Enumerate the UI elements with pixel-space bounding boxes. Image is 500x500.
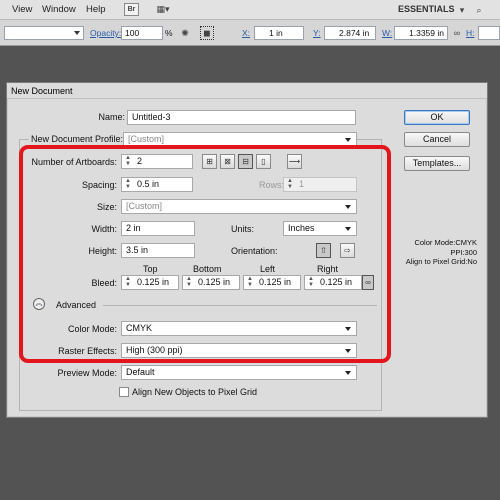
x-input[interactable]: 1 in: [254, 26, 304, 40]
opacity-unit: %: [165, 28, 173, 38]
name-input[interactable]: Untitled-3: [127, 110, 356, 125]
w-input[interactable]: 1.3359 in: [394, 26, 448, 40]
align-pixel-grid-label: Align New Objects to Pixel Grid: [132, 387, 258, 397]
workspace-switcher[interactable]: ESSENTIALS: [398, 4, 455, 14]
reference-point-icon[interactable]: ◼: [200, 26, 214, 40]
profile-label: New Document Profile:: [29, 134, 126, 144]
preview-mode-select[interactable]: Default: [121, 365, 357, 380]
info-align-pixel-grid: Align to Pixel Grid:No: [405, 257, 477, 266]
recolor-icon[interactable]: ✺: [178, 26, 192, 40]
y-link[interactable]: Y:: [313, 28, 321, 38]
profile-group-bottom-border: [19, 410, 382, 411]
dialog-titlebar: New Document: [7, 83, 487, 99]
y-input[interactable]: 2.874 in: [324, 26, 376, 40]
ok-button[interactable]: OK: [404, 110, 470, 125]
menu-window[interactable]: Window: [42, 4, 76, 15]
arrange-documents-icon[interactable]: ▦▾: [152, 3, 174, 16]
info-ppi: PPI:300: [450, 248, 477, 257]
name-label: Name:: [98, 112, 125, 122]
highlight-box: [19, 145, 391, 363]
menu-help[interactable]: Help: [86, 4, 106, 15]
info-color-mode: Color Mode:CMYK: [414, 238, 477, 247]
x-link[interactable]: X:: [242, 28, 250, 38]
search-icon[interactable]: ⌕: [472, 3, 486, 17]
dialog-title: New Document: [11, 86, 73, 96]
style-dropdown[interactable]: [4, 26, 84, 40]
preview-mode-label: Preview Mode:: [57, 368, 117, 378]
templates-button[interactable]: Templates...: [404, 156, 470, 171]
cancel-button[interactable]: Cancel: [404, 132, 470, 147]
align-pixel-grid-checkbox[interactable]: [119, 387, 129, 397]
h-link[interactable]: H:: [466, 28, 475, 38]
link-proportions-icon[interactable]: ∞: [452, 26, 462, 40]
bridge-button[interactable]: Br: [124, 3, 139, 16]
h-input[interactable]: [478, 26, 500, 40]
menu-view[interactable]: View: [12, 4, 32, 15]
control-bar: Opacity: 100 % ✺ ◼ X: 1 in Y: 2.874 in W…: [0, 20, 500, 46]
opacity-link[interactable]: Opacity:: [90, 28, 121, 38]
opacity-input[interactable]: 100: [121, 26, 163, 40]
chevron-down-icon[interactable]: ▾: [458, 4, 466, 16]
w-link[interactable]: W:: [382, 28, 392, 38]
menu-bar: View Window Help Br ▦▾ ESSENTIALS ▾ ⌕: [0, 0, 500, 20]
